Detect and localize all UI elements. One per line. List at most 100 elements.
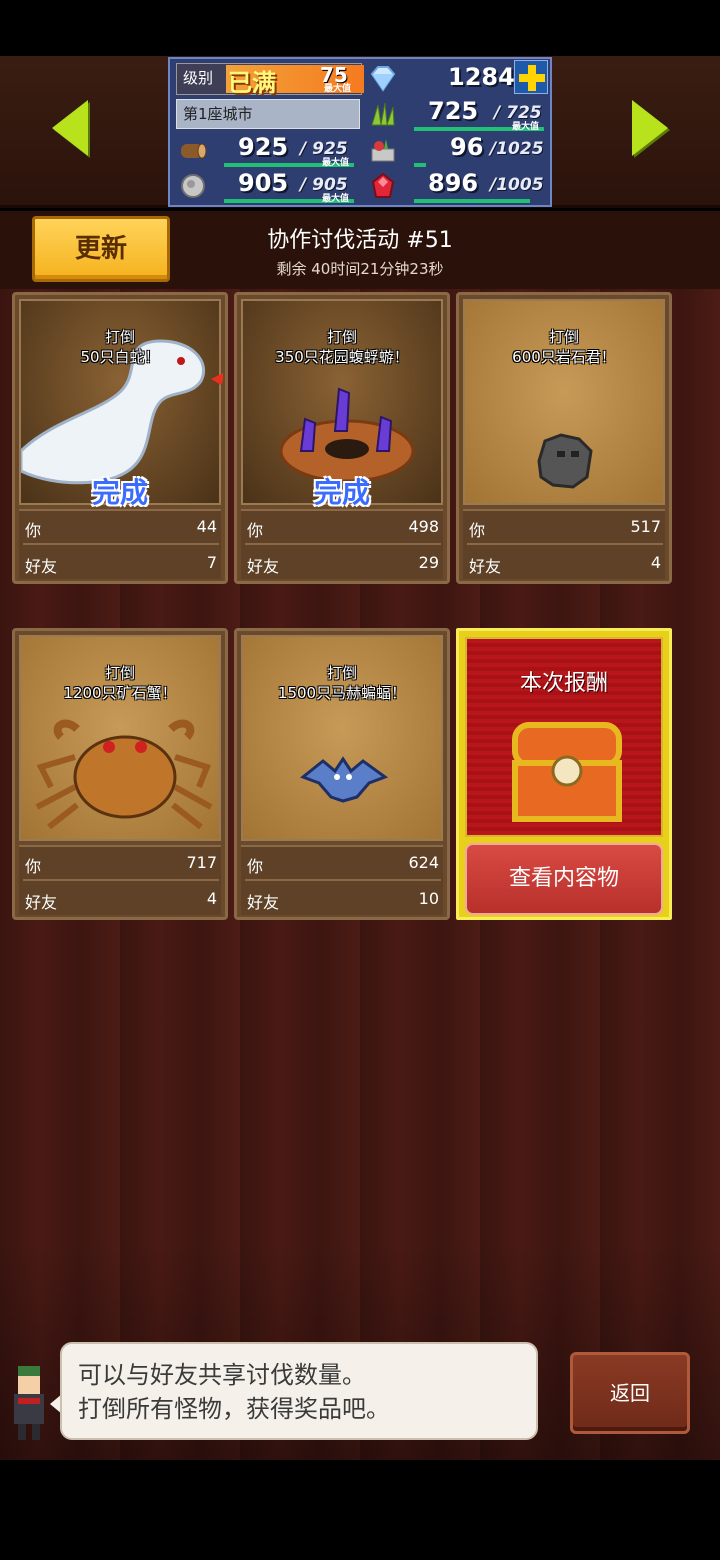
friends-label: 好友	[25, 557, 58, 576]
you-count: 517	[630, 517, 661, 536]
mission-card-white-snake[interactable]: 打倒 50只白蛇！ 完成 你 44 好友 7	[12, 292, 228, 584]
food-progress-bar	[414, 163, 426, 167]
mission-target: 600只岩石君！	[512, 348, 616, 366]
gem-value: 1284	[448, 63, 515, 91]
stone-value: 905	[238, 169, 289, 197]
you-count: 717	[186, 853, 217, 872]
friends-count-row: 好友 29	[245, 549, 441, 577]
event-remaining-time: 剩余 40时间21分钟23秒	[276, 260, 444, 278]
event-title: 协作讨伐活动 #51	[267, 228, 453, 253]
mission-verb: 打倒	[104, 328, 135, 346]
friends-count-row: 好友 4	[23, 885, 219, 913]
you-label: 你	[25, 857, 42, 876]
speech-line-2: 打倒所有怪物，获得奖品吧。	[78, 1395, 390, 1423]
mission-card-ore-crab[interactable]: 打倒 1200只矿石蟹！ 你 717 好友 4	[12, 628, 228, 920]
vegetable-basket-icon	[371, 139, 395, 162]
mission-art: 打倒 600只岩石君！	[463, 299, 665, 505]
friends-count: 10	[418, 889, 439, 908]
friends-count-row: 好友 7	[23, 549, 219, 577]
divider	[23, 879, 219, 881]
reward-card[interactable]: 本次报酬 查看内容物	[456, 628, 672, 920]
food-max: /1025	[490, 139, 544, 159]
you-count: 498	[408, 517, 439, 536]
back-button[interactable]: 返回	[570, 1352, 690, 1434]
mission-art: 打倒 1200只矿石蟹！	[19, 635, 221, 841]
you-count-row: 你 717	[23, 849, 219, 877]
friends-count: 4	[650, 553, 661, 572]
friends-label: 好友	[247, 893, 280, 912]
mission-text: 打倒 600只岩石君！	[465, 327, 663, 367]
mission-card-garden-antlion[interactable]: 打倒 350只花园蝮蜉蝣！ 完成 你 498 好友 29	[234, 292, 450, 584]
next-city-arrow-icon[interactable]	[632, 100, 668, 156]
mission-art: 打倒 350只花园蝮蜉蝣！ 完成	[241, 299, 443, 509]
friends-label: 好友	[469, 557, 502, 576]
grass-value: 725	[428, 97, 479, 125]
red-gem-icon	[371, 172, 395, 198]
food-value: 96	[450, 133, 484, 161]
previous-city-arrow-icon[interactable]	[52, 100, 88, 156]
you-label: 你	[469, 521, 486, 540]
mission-target: 1500只马赫蝙蝠！	[277, 684, 407, 702]
mission-text: 打倒 1200只矿石蟹！	[21, 663, 219, 703]
completed-label: 完成	[91, 476, 148, 509]
city-name: 第1座城市	[176, 99, 360, 129]
treasure-chest-icon	[512, 722, 622, 822]
mission-verb: 打倒	[548, 328, 579, 346]
you-count: 44	[196, 517, 217, 536]
friends-count: 4	[206, 889, 217, 908]
completed-label: 完成	[313, 476, 370, 509]
stone-counter: 905 / 905 最大值	[174, 169, 360, 204]
you-count-row: 你 517	[467, 513, 663, 541]
divider	[23, 543, 219, 545]
you-count-row: 你 44	[23, 513, 219, 541]
npc-speech-bubble: 可以与好友共享讨伐数量。 打倒所有怪物，获得奖品吧。	[60, 1342, 538, 1440]
navigation-bar-area	[0, 1460, 720, 1560]
mission-card-mach-bat[interactable]: 打倒 1500只马赫蝙蝠！ 你 624 好友 10	[234, 628, 450, 920]
you-label: 你	[247, 857, 264, 876]
divider	[245, 543, 441, 545]
mission-art: 打倒 1500只马赫蝙蝠！	[241, 635, 443, 841]
stone-ore-icon	[181, 174, 205, 198]
friends-count: 7	[206, 553, 217, 572]
mission-card-rock[interactable]: 打倒 600只岩石君！ 你 517 好友 4	[456, 292, 672, 584]
level-max-label: 最大值	[324, 84, 352, 94]
mission-verb: 打倒	[326, 664, 357, 682]
wood-log-icon	[181, 143, 207, 159]
ruby-progress-bar	[414, 199, 530, 203]
you-count: 624	[408, 853, 439, 872]
mission-verb: 打倒	[326, 328, 357, 346]
add-gems-button[interactable]	[514, 60, 548, 94]
divider	[467, 543, 663, 545]
friends-label: 好友	[25, 893, 58, 912]
ruby-max: /1005	[490, 175, 544, 195]
reward-panel: 本次报酬	[465, 637, 663, 837]
mission-verb: 打倒	[104, 664, 135, 682]
diamond-icon	[370, 66, 396, 92]
grass-max-label: 最大值	[512, 122, 540, 132]
friends-count: 29	[418, 553, 439, 572]
status-bar-area	[0, 0, 720, 56]
you-label: 你	[25, 521, 42, 540]
you-label: 你	[247, 521, 264, 540]
wood-value: 925	[238, 133, 289, 161]
mission-art: 打倒 50只白蛇！ 完成	[19, 299, 223, 509]
mission-text: 打倒 350只花园蝮蜉蝣！	[243, 327, 441, 367]
friends-label: 好友	[247, 557, 280, 576]
speech-line-1: 可以与好友共享讨伐数量。	[78, 1361, 366, 1389]
level-label: 级别	[183, 69, 214, 87]
resource-panel: 级别 已满 75 最大值 第1座城市 1284 925 / 925 最大值 90…	[168, 57, 552, 207]
mission-target: 50只白蛇！	[80, 348, 160, 366]
mission-text: 打倒 50只白蛇！	[21, 327, 219, 367]
grass-counter: 725 / 725 最大值	[364, 97, 550, 132]
mission-text: 打倒 1500只马赫蝙蝠！	[243, 663, 441, 703]
view-contents-button[interactable]: 查看内容物	[465, 843, 663, 915]
stone-max-label: 最大值	[322, 194, 350, 204]
mission-target: 1200只矿石蟹！	[63, 684, 177, 702]
refresh-button[interactable]: 更新	[32, 216, 170, 282]
you-count-row: 你 498	[245, 513, 441, 541]
grass-crop-icon	[371, 102, 395, 126]
ruby-value: 896	[428, 169, 479, 197]
friends-count-row: 好友 10	[245, 885, 441, 913]
wood-max-label: 最大值	[322, 158, 350, 168]
ruby-counter: 896 /1005	[364, 169, 550, 203]
